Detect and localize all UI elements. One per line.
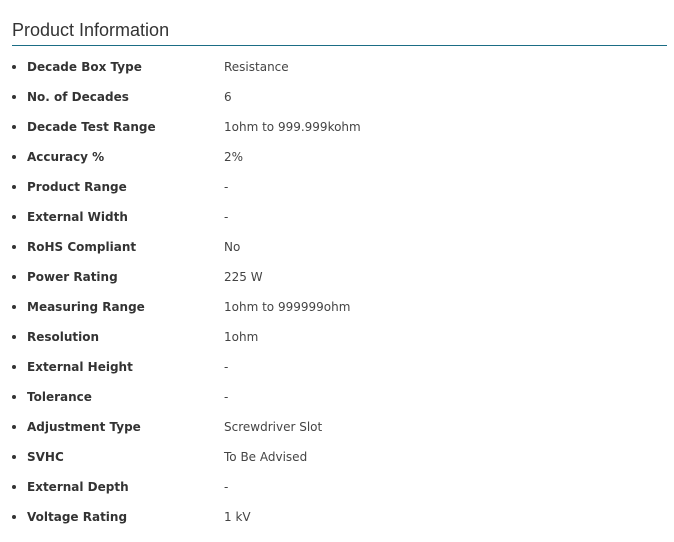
- bullet-icon: [12, 365, 16, 369]
- spec-label: No. of Decades: [27, 90, 129, 104]
- spec-row: Adjustment Type Screwdriver Slot: [12, 412, 667, 442]
- spec-row: Power Rating 225 W: [12, 262, 667, 292]
- spec-value: 1ohm: [224, 330, 259, 344]
- spec-row: External Width -: [12, 202, 667, 232]
- spec-value: To Be Advised: [224, 450, 308, 464]
- spec-value: -: [224, 180, 229, 194]
- bullet-icon: [12, 395, 16, 399]
- spec-label: Adjustment Type: [27, 420, 141, 434]
- spec-row: Accuracy % 2%: [12, 142, 667, 172]
- bullet-icon: [12, 125, 16, 129]
- spec-label: External Depth: [27, 480, 129, 494]
- section-title: Product Information: [12, 0, 667, 46]
- bullet-icon: [12, 215, 16, 219]
- spec-value: Resistance: [224, 60, 289, 74]
- spec-row: No. of Decades 6: [12, 82, 667, 112]
- spec-label: External Width: [27, 210, 128, 224]
- spec-row: Tolerance -: [12, 382, 667, 412]
- spec-label: SVHC: [27, 450, 64, 464]
- bullet-icon: [12, 305, 16, 309]
- spec-value: 1 kV: [224, 510, 251, 524]
- spec-row: Resolution 1ohm: [12, 322, 667, 352]
- bullet-icon: [12, 155, 16, 159]
- bullet-icon: [12, 455, 16, 459]
- spec-row: RoHS Compliant No: [12, 232, 667, 262]
- spec-row: Voltage Rating 1 kV: [12, 502, 667, 532]
- product-information-section: Product Information Decade Box Type Resi…: [12, 0, 667, 524]
- bullet-icon: [12, 65, 16, 69]
- spec-value: -: [224, 210, 229, 224]
- spec-value: -: [224, 360, 229, 374]
- spec-row: Measuring Range 1ohm to 999999ohm: [12, 292, 667, 322]
- bullet-icon: [12, 515, 16, 519]
- spec-row: External Height -: [12, 352, 667, 382]
- spec-value: -: [224, 480, 229, 494]
- spec-value: 6: [224, 90, 232, 104]
- bullet-icon: [12, 485, 16, 489]
- spec-value: Screwdriver Slot: [224, 420, 323, 434]
- spec-row: Product Range -: [12, 172, 667, 202]
- bullet-icon: [12, 185, 16, 189]
- spec-row: SVHC To Be Advised: [12, 442, 667, 472]
- bullet-icon: [12, 95, 16, 99]
- spec-row: Decade Box Type Resistance: [12, 52, 667, 82]
- spec-row: Decade Test Range 1ohm to 999.999kohm: [12, 112, 667, 142]
- bullet-icon: [12, 245, 16, 249]
- spec-value: No: [224, 240, 241, 254]
- spec-label: Resolution: [27, 330, 100, 344]
- bullet-icon: [12, 335, 16, 339]
- spec-label: Product Range: [27, 180, 127, 194]
- bullet-icon: [12, 275, 16, 279]
- spec-label: RoHS Compliant: [27, 240, 137, 254]
- spec-value: 1ohm to 999999ohm: [224, 300, 351, 314]
- bullet-icon: [12, 425, 16, 429]
- spec-label: Decade Test Range: [27, 120, 156, 134]
- spec-label: Decade Box Type: [27, 60, 142, 74]
- spec-value: 2%: [224, 150, 244, 164]
- spec-row: External Depth -: [12, 472, 667, 502]
- spec-label: Voltage Rating: [27, 510, 128, 524]
- spec-label: External Height: [27, 360, 133, 374]
- spec-value: 1ohm to 999.999kohm: [224, 120, 361, 134]
- spec-value: -: [224, 390, 229, 404]
- spec-list: Decade Box Type Resistance No. of Decade…: [12, 52, 667, 532]
- spec-value: 225 W: [224, 270, 263, 284]
- spec-label: Power Rating: [27, 270, 118, 284]
- spec-label: Accuracy %: [27, 150, 105, 164]
- spec-label: Tolerance: [27, 390, 92, 404]
- spec-label: Measuring Range: [27, 300, 145, 314]
